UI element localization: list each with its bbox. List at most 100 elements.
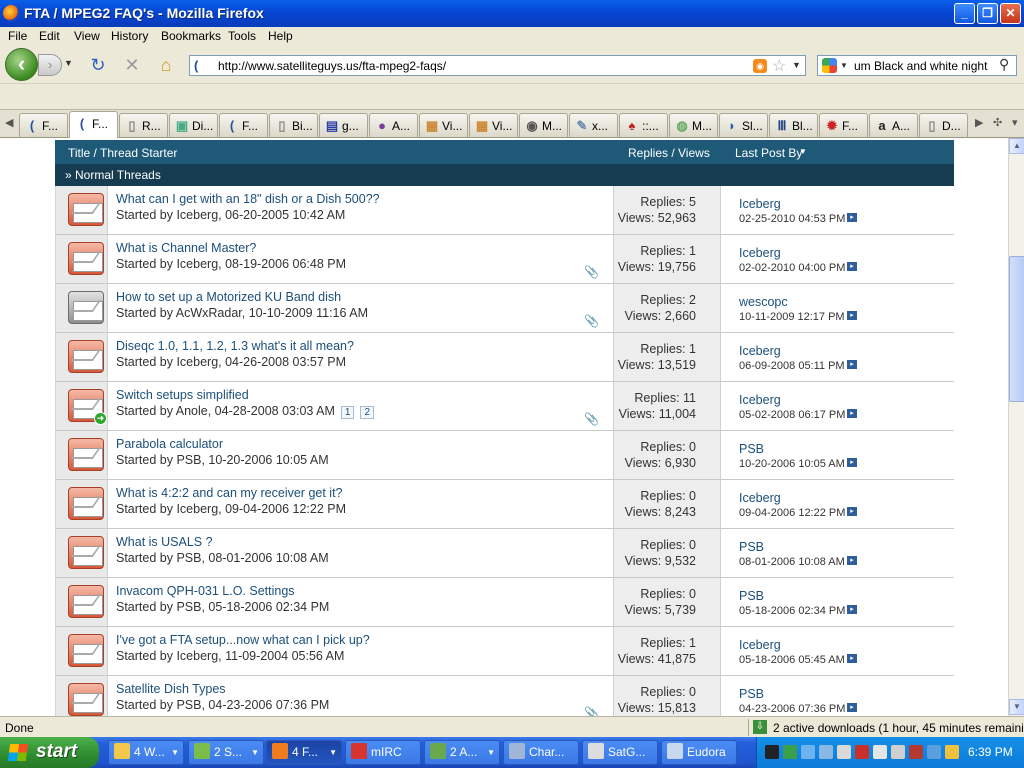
stop-icon[interactable]: ✕ <box>122 55 142 75</box>
page-link[interactable]: 2 <box>360 406 375 419</box>
thread-status-icon[interactable] <box>68 683 104 716</box>
bookmark-star-icon[interactable]: ☆ <box>772 56 786 76</box>
tab[interactable]: Ⅲ Bl... <box>769 113 818 137</box>
all-tabs-icon[interactable]: ✣ <box>993 116 1002 129</box>
reload-icon[interactable]: ↻ <box>88 55 108 75</box>
last-post-user-link[interactable]: Iceberg <box>739 197 781 211</box>
thread-status-icon[interactable] <box>68 242 104 275</box>
history-dropdown-icon[interactable]: ▼ <box>64 58 73 68</box>
thread-title-link[interactable]: What is Channel Master? <box>116 241 256 255</box>
tab[interactable]: ◗ Sl... <box>719 113 768 137</box>
last-post-user-link[interactable]: PSB <box>739 540 764 554</box>
go-to-last-post-icon[interactable]: ▸ <box>847 360 857 369</box>
menu-file[interactable]: File <box>8 29 27 43</box>
thread-title-link[interactable]: Invacom QPH-031 L.O. Settings <box>116 584 295 598</box>
column-title-starter[interactable]: Title / Thread Starter <box>68 146 177 160</box>
column-last-post[interactable]: Last Post By <box>735 146 802 160</box>
go-to-last-post-icon[interactable]: ▸ <box>847 654 857 663</box>
scroll-thumb[interactable] <box>1009 256 1024 402</box>
scroll-down-icon[interactable]: ▼ <box>1009 699 1024 715</box>
tray-ati-icon[interactable] <box>909 745 923 759</box>
thread-title-link[interactable]: What is USALS ? <box>116 535 213 549</box>
taskbar-button[interactable]: Char... <box>503 740 579 765</box>
tab[interactable]: ▣ Di... <box>169 113 218 137</box>
last-post-user-link[interactable]: PSB <box>739 442 764 456</box>
thread-title-link[interactable]: How to set up a Motorized KU Band dish <box>116 290 341 304</box>
search-icon[interactable]: ⚲ <box>999 56 1009 73</box>
thread-title-link[interactable]: Parabola calculator <box>116 437 223 451</box>
tab[interactable]: ◍ M... <box>669 113 718 137</box>
go-to-last-post-icon[interactable]: ▸ <box>847 556 857 565</box>
tab[interactable]: ✎ x... <box>569 113 618 137</box>
thread-status-icon[interactable]: ➜ <box>68 389 107 425</box>
thread-title-link[interactable]: Switch setups simplified <box>116 388 249 402</box>
thread-title-link[interactable]: What can I get with an 18" dish or a Dis… <box>116 192 380 206</box>
column-replies-views[interactable]: Replies / Views <box>628 146 710 160</box>
engine-dropdown-icon[interactable]: ▼ <box>840 61 848 70</box>
tab[interactable]: a A... <box>869 113 918 137</box>
tray-app-icon[interactable] <box>783 745 797 759</box>
search-bar[interactable]: ▼ um Black and white night ⚲ <box>817 55 1017 76</box>
taskbar-button[interactable]: SatG... <box>582 740 658 765</box>
last-post-user-link[interactable]: Iceberg <box>739 344 781 358</box>
url-bar[interactable]: ( http://www.satelliteguys.us/fta-mpeg2-… <box>189 55 806 76</box>
taskbar-button[interactable]: Eudora <box>661 740 737 765</box>
last-post-user-link[interactable]: PSB <box>739 589 764 603</box>
vertical-scrollbar[interactable]: ▲ ▼ <box>1008 138 1024 716</box>
downloads-status[interactable]: 2 active downloads (1 hour, 45 minutes r… <box>773 721 1024 735</box>
tab[interactable]: (F... <box>69 111 118 138</box>
sort-descending-icon[interactable]: ▼ <box>799 147 807 156</box>
tray-app-icon[interactable] <box>801 745 815 759</box>
taskbar-button[interactable]: mIRC <box>345 740 421 765</box>
download-icon[interactable]: ⇩ <box>753 720 767 734</box>
last-post-user-link[interactable]: Iceberg <box>739 393 781 407</box>
taskbar-button[interactable]: 4 F... ▼ <box>266 740 342 765</box>
tab[interactable]: ♠::... <box>619 113 668 137</box>
taskbar-button[interactable]: 2 A... ▼ <box>424 740 500 765</box>
search-input[interactable]: um Black and white night <box>854 59 987 73</box>
tray-app-icon[interactable] <box>873 745 887 759</box>
scroll-tabs-right-icon[interactable]: ▶ <box>975 116 983 129</box>
url-dropdown-icon[interactable]: ▼ <box>792 60 801 70</box>
thread-title-link[interactable]: Satellite Dish Types <box>116 682 226 696</box>
thread-title-link[interactable]: What is 4:2:2 and can my receiver get it… <box>116 486 343 500</box>
thread-status-icon[interactable] <box>68 291 104 324</box>
last-post-user-link[interactable]: Iceberg <box>739 638 781 652</box>
tab[interactable]: ▦ Vi... <box>419 113 468 137</box>
menu-bookmarks[interactable]: Bookmarks <box>161 29 221 43</box>
tray-app-icon[interactable] <box>945 745 959 759</box>
rss-feed-icon[interactable]: ◉ <box>753 59 767 73</box>
thread-status-icon[interactable] <box>68 438 104 471</box>
menu-edit[interactable]: Edit <box>39 29 60 43</box>
tray-shield-icon[interactable] <box>855 745 869 759</box>
thread-title-link[interactable]: I've got a FTA setup...now what can I pi… <box>116 633 370 647</box>
last-post-user-link[interactable]: PSB <box>739 687 764 701</box>
tray-app-icon[interactable] <box>837 745 851 759</box>
go-to-last-post-icon[interactable]: ▸ <box>847 409 857 418</box>
taskbar-button[interactable]: 2 S... ▼ <box>188 740 264 765</box>
thread-status-icon[interactable] <box>68 340 104 373</box>
go-to-last-post-icon[interactable]: ▸ <box>847 507 857 516</box>
tab[interactable]: ◉ M... <box>519 113 568 137</box>
thread-status-icon[interactable] <box>68 585 104 618</box>
menu-help[interactable]: Help <box>268 29 293 43</box>
scroll-tabs-left-icon[interactable]: ◀ <box>5 116 13 129</box>
tray-app-icon[interactable] <box>819 745 833 759</box>
tray-app-icon[interactable] <box>891 745 905 759</box>
last-post-user-link[interactable]: Iceberg <box>739 491 781 505</box>
last-post-user-link[interactable]: Iceberg <box>739 246 781 260</box>
tab[interactable]: ▯ R... <box>119 113 168 137</box>
thread-status-icon[interactable] <box>68 536 104 569</box>
go-to-last-post-icon[interactable]: ▸ <box>847 213 857 222</box>
menu-history[interactable]: History <box>111 29 148 43</box>
tab[interactable]: ● A... <box>369 113 418 137</box>
go-to-last-post-icon[interactable]: ▸ <box>847 262 857 271</box>
menu-tools[interactable]: Tools <box>228 29 256 43</box>
tab[interactable]: (F... <box>219 113 268 137</box>
go-to-last-post-icon[interactable]: ▸ <box>847 311 857 320</box>
back-button[interactable]: ‹ <box>5 48 38 81</box>
tab-list-dropdown-icon[interactable]: ▾ <box>1012 116 1018 129</box>
minimize-button[interactable]: _ <box>954 3 975 24</box>
menu-view[interactable]: View <box>74 29 100 43</box>
google-engine-icon[interactable] <box>822 58 837 73</box>
